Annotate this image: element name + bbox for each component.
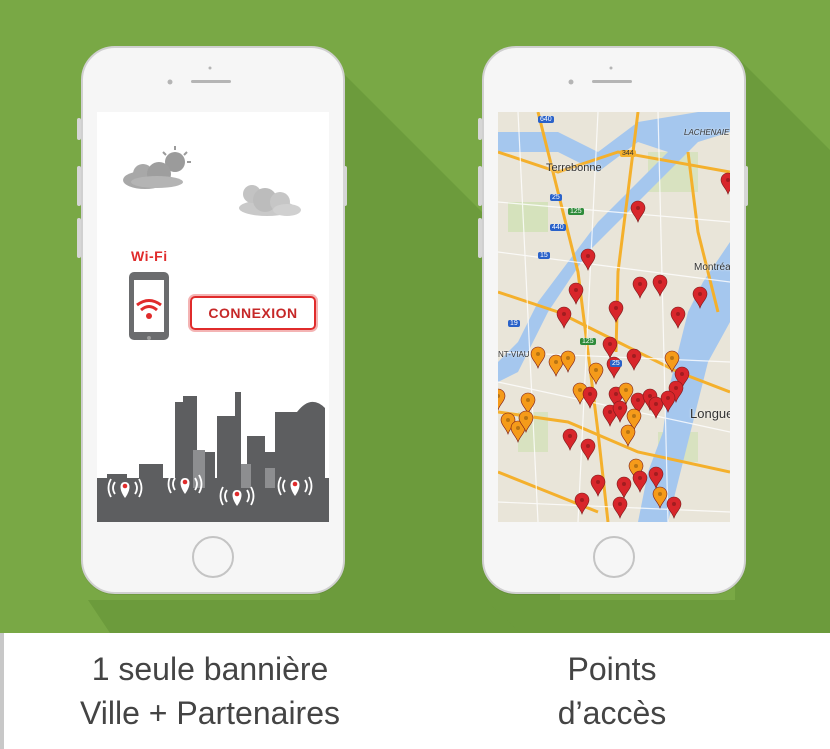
- map-screen[interactable]: Terrebonne LACHENAIE Montréal NT-VIAU Lo…: [498, 112, 730, 522]
- phone-volume-up: [478, 166, 482, 206]
- caption-left-line1: 1 seule bannière: [91, 651, 329, 687]
- sun-cloud-icon: [123, 146, 191, 189]
- highway-shield: 15: [538, 252, 550, 259]
- cloud-icon: [239, 185, 301, 216]
- highway-shield: 344: [620, 150, 636, 157]
- home-button: [593, 536, 635, 578]
- city-skyline: [97, 392, 329, 522]
- highway-shield: 440: [550, 224, 566, 231]
- map-label-terrebonne: Terrebonne: [546, 162, 602, 174]
- phone-left-screen: Wi-Fi CONNEXION: [97, 112, 329, 522]
- map-label-lachenaie: LACHENAIE: [684, 128, 730, 137]
- highway-shield: 125: [580, 338, 596, 345]
- captions: 1 seule bannière Ville + Partenaires Poi…: [0, 633, 830, 749]
- hero-banner: Wi-Fi CONNEXION Terrebonne LACHENAIE Mon…: [0, 0, 830, 633]
- highway-shield: 25: [550, 194, 562, 201]
- wifi-label: Wi-Fi: [131, 248, 168, 264]
- phone-power-button: [343, 166, 347, 206]
- caption-border: [0, 633, 4, 749]
- highway-shield: 25: [610, 360, 622, 367]
- caption-right-line2: d’accès: [557, 695, 667, 731]
- map[interactable]: [498, 112, 730, 522]
- home-button: [192, 536, 234, 578]
- connect-button[interactable]: CONNEXION: [190, 296, 316, 330]
- caption-left-line2: Ville + Partenaires: [80, 695, 340, 731]
- wifi-phone-icon: [129, 272, 169, 340]
- caption-left: 1 seule bannière Ville + Partenaires: [40, 647, 380, 735]
- highway-shield: 640: [538, 116, 554, 123]
- phone-left: Wi-Fi CONNEXION: [77, 46, 347, 594]
- phone-mute-button: [77, 118, 81, 140]
- phone-volume-up: [77, 166, 81, 206]
- highway-shield: 19: [508, 320, 520, 327]
- phone-right: Terrebonne LACHENAIE Montréal NT-VIAU Lo…: [478, 46, 748, 594]
- phone-earpiece: [568, 66, 632, 85]
- phone-power-button: [744, 166, 748, 206]
- phone-volume-down: [77, 218, 81, 258]
- map-label-ntviau: NT-VIAU: [498, 350, 530, 359]
- phone-earpiece: [167, 66, 231, 85]
- caption-right: Points d’accès: [462, 647, 762, 735]
- map-label-montreal: Montréal: [694, 262, 730, 273]
- caption-right-line1: Points: [567, 651, 657, 687]
- highway-shield: 125: [568, 208, 584, 215]
- phone-volume-down: [478, 218, 482, 258]
- map-label-longue: Longue: [690, 406, 730, 421]
- phone-mute-button: [478, 118, 482, 140]
